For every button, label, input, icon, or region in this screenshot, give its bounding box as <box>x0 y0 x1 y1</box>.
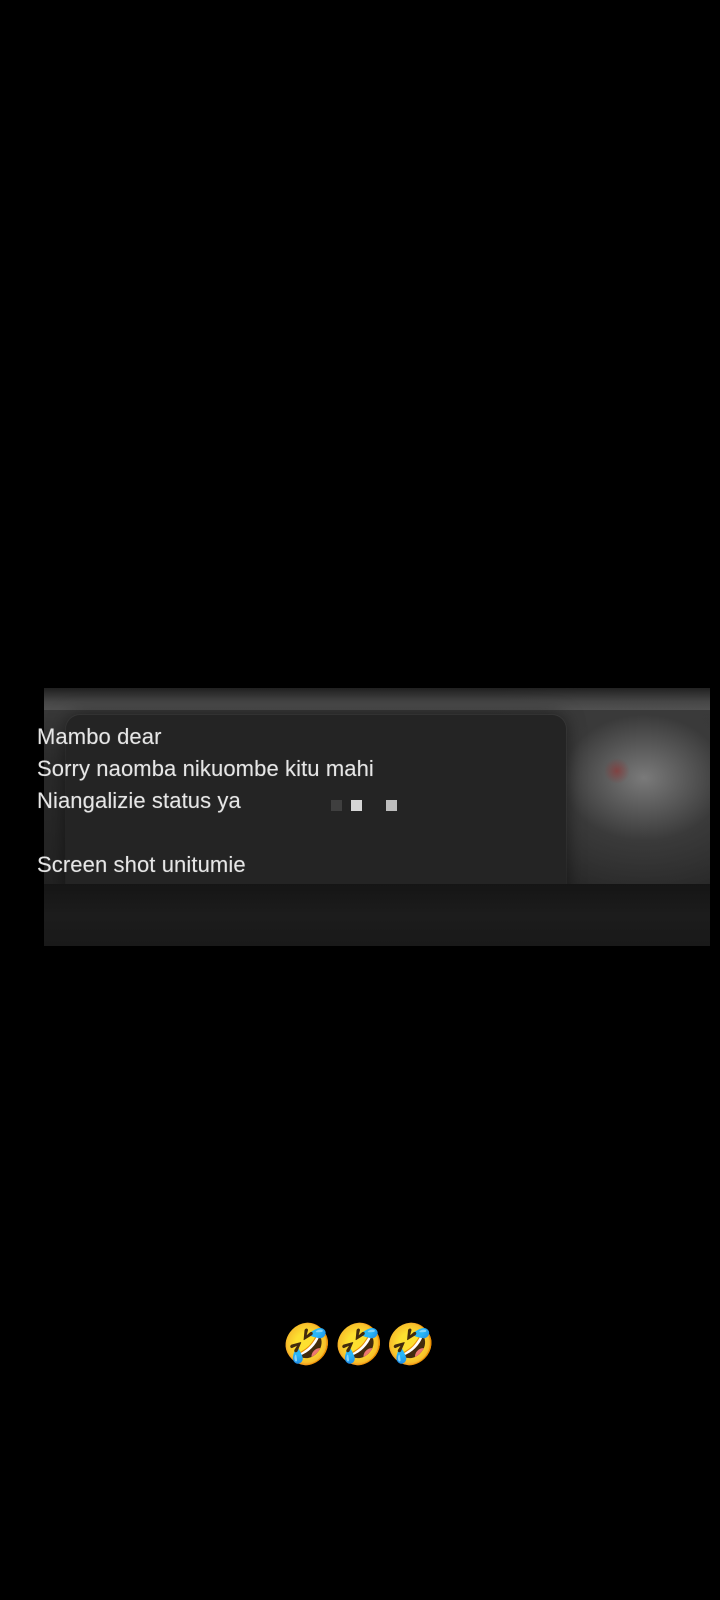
message-line-status: Niangalizie status ya <box>37 788 241 813</box>
redacted-name-block <box>351 800 362 811</box>
redacted-name-block <box>331 800 342 811</box>
redacted-name-block <box>386 800 397 811</box>
message-line-request: Sorry naomba nikuombe kitu mahi <box>37 756 374 781</box>
story-screen: Mambo dear Sorry naomba nikuombe kitu ma… <box>0 0 720 1600</box>
message-line-screenshot: Screen shot unitumie <box>37 852 246 877</box>
message-line-greeting: Mambo dear <box>37 724 162 749</box>
photo-bottom-bar <box>44 884 710 946</box>
blurred-red-light <box>604 758 630 784</box>
laughing-emoji-caption: 🤣🤣🤣 <box>282 1322 438 1368</box>
photo-top-edge <box>44 688 710 710</box>
